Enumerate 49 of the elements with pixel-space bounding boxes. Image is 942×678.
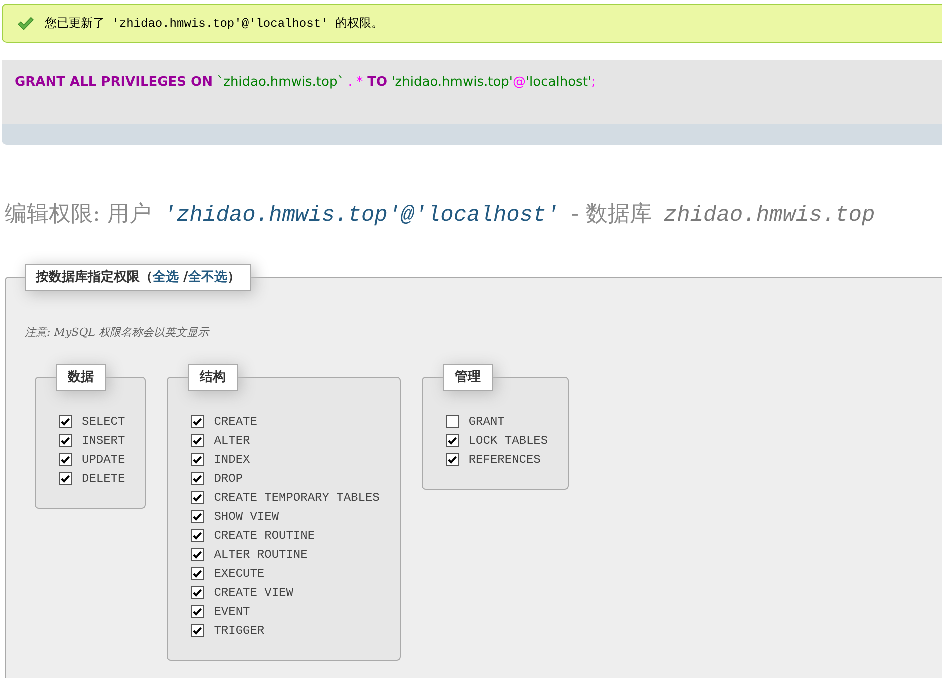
checkbox[interactable] bbox=[59, 434, 72, 447]
privilege-label[interactable]: DROP bbox=[214, 472, 244, 486]
page-heading: 编辑权限: 用户 'zhidao.hmwis.top'@'localhost' - 数据库 zhidao.hmwis.top bbox=[5, 201, 876, 230]
note-text: 注意: MySQL 权限名称会以英文显示 bbox=[25, 326, 211, 340]
privilege-label[interactable]: TRIGGER bbox=[214, 624, 265, 638]
privilege-label[interactable]: LOCK TABLES bbox=[468, 434, 548, 448]
checkbox[interactable] bbox=[59, 415, 72, 428]
privilege-label[interactable]: SELECT bbox=[82, 414, 126, 428]
checkbox[interactable] bbox=[191, 605, 204, 618]
checkbox[interactable] bbox=[59, 453, 72, 466]
checkbox[interactable] bbox=[59, 472, 72, 485]
group-title: 数据 bbox=[56, 364, 106, 391]
checkbox[interactable] bbox=[446, 415, 459, 428]
group-title: 管理 bbox=[442, 364, 493, 391]
group-title: 结构 bbox=[188, 364, 238, 391]
check-all-link[interactable]: 全选 bbox=[153, 270, 179, 285]
privilege-label[interactable]: UPDATE bbox=[82, 452, 126, 466]
checkbox[interactable] bbox=[191, 434, 204, 447]
checkbox[interactable] bbox=[191, 567, 204, 580]
privilege-label[interactable]: EXECUTE bbox=[214, 566, 265, 580]
checkmark-icon bbox=[18, 16, 34, 30]
privilege-label[interactable]: CREATE bbox=[214, 414, 258, 428]
privilege-label[interactable]: INDEX bbox=[214, 452, 250, 466]
privilege-label[interactable]: ALTER ROUTINE bbox=[214, 548, 308, 562]
privilege-label[interactable]: CREATE ROUTINE bbox=[214, 528, 316, 542]
checkbox[interactable] bbox=[446, 434, 459, 447]
checkbox[interactable] bbox=[191, 415, 204, 428]
privilege-label[interactable]: DELETE bbox=[82, 472, 126, 486]
checkbox[interactable] bbox=[191, 472, 204, 485]
checkbox[interactable] bbox=[191, 510, 204, 523]
checkbox[interactable] bbox=[191, 624, 204, 637]
uncheck-all-link[interactable]: 全不选 bbox=[188, 270, 228, 285]
notice-text: 您已更新了 'zhidao.hmwis.top'@'localhost' 的权限。 bbox=[45, 16, 384, 32]
checkbox[interactable] bbox=[191, 453, 204, 466]
checkbox[interactable] bbox=[191, 548, 204, 561]
fieldset-legend: 按数据库指定权限（全选 /全不选） bbox=[25, 264, 252, 291]
privilege-label[interactable]: INSERT bbox=[82, 434, 126, 448]
privilege-label[interactable]: CREATE VIEW bbox=[214, 586, 294, 600]
privilege-label[interactable]: GRANT bbox=[468, 414, 505, 428]
checkbox[interactable] bbox=[191, 529, 204, 542]
privilege-label[interactable]: CREATE TEMPORARY TABLES bbox=[214, 490, 380, 504]
checkbox[interactable] bbox=[191, 491, 204, 504]
privilege-label[interactable]: SHOW VIEW bbox=[214, 510, 280, 524]
privilege-label[interactable]: REFERENCES bbox=[468, 452, 541, 466]
privilege-label[interactable]: EVENT bbox=[214, 604, 250, 618]
checkbox[interactable] bbox=[446, 453, 459, 466]
privilege-label[interactable]: ALTER bbox=[214, 434, 250, 448]
checkbox[interactable] bbox=[191, 586, 204, 599]
sql-query: GRANT ALL PRIVILEGES ON `zhidao.hmwis.top` . * TO 'zhidao.hmwis.top'@'localhost'; bbox=[14, 74, 597, 92]
